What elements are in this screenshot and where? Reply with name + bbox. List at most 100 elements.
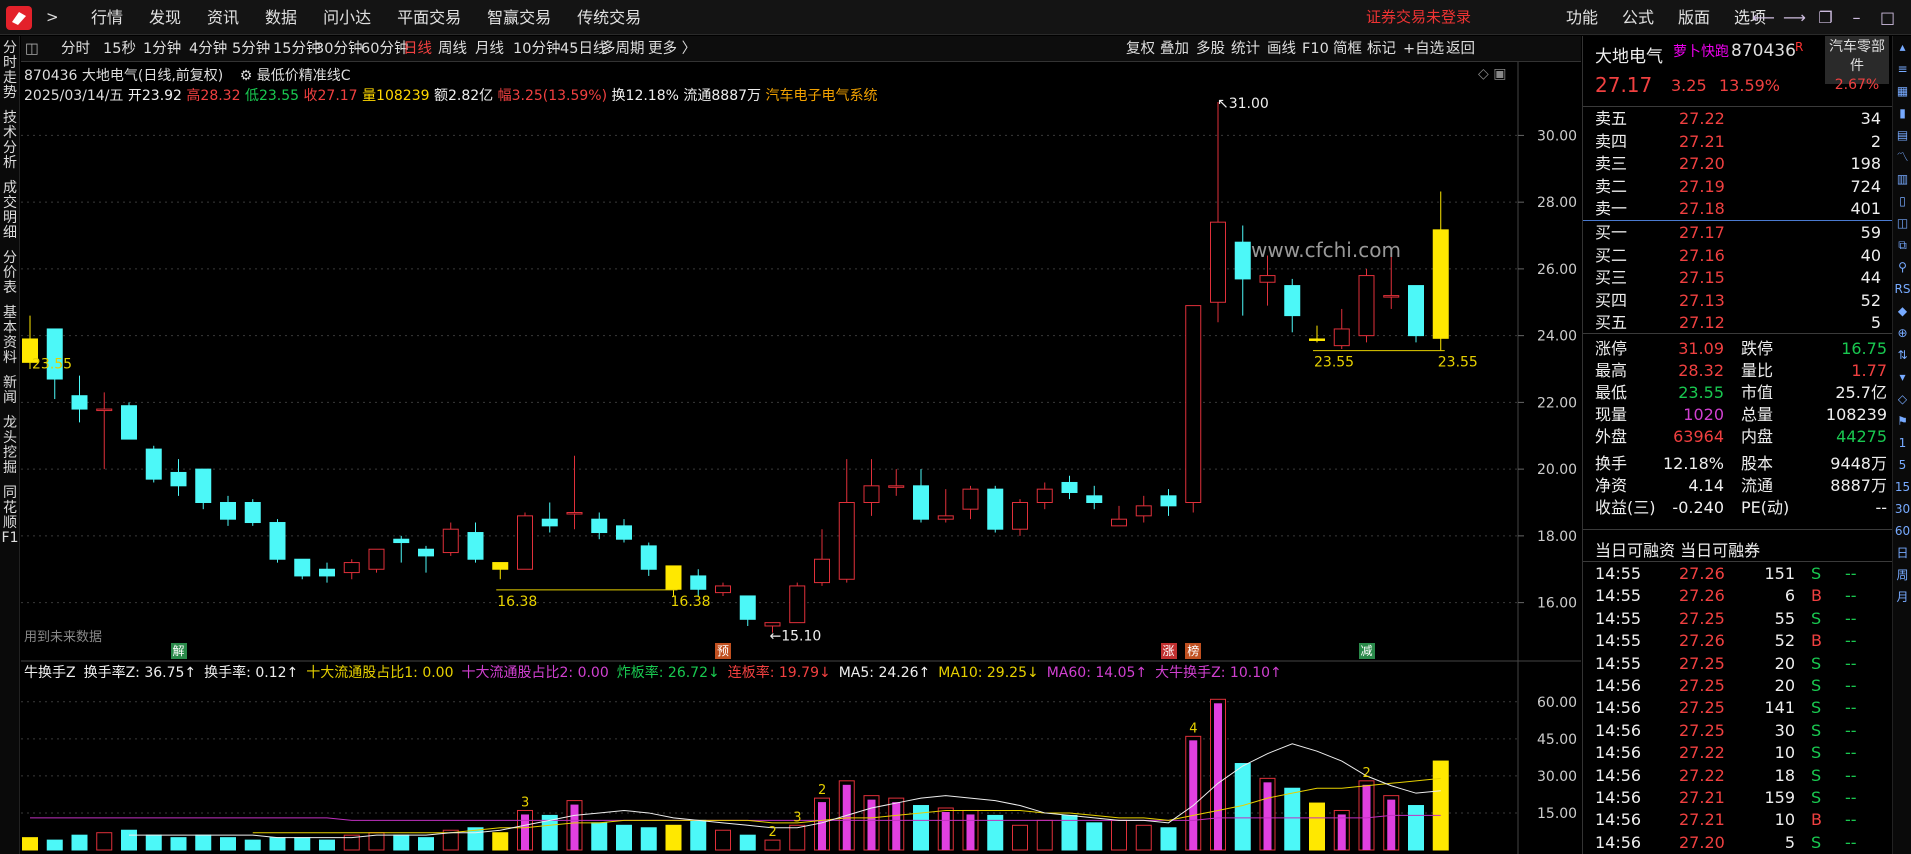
candle[interactable] <box>121 402 137 440</box>
candle[interactable] <box>71 375 88 423</box>
sidebar-item[interactable]: 龙头挖掘 <box>0 411 20 481</box>
period-tab[interactable]: 15秒 <box>103 36 136 62</box>
candle[interactable] <box>541 502 558 533</box>
candle[interactable] <box>863 459 880 516</box>
candle[interactable] <box>269 519 286 563</box>
menu-item[interactable]: 数据 <box>252 0 310 35</box>
volume-bar[interactable] <box>739 834 756 851</box>
candle[interactable] <box>1259 255 1276 306</box>
sidebar-item[interactable]: 基本资料 <box>0 301 20 371</box>
candle[interactable] <box>244 499 261 526</box>
volume-bar[interactable] <box>46 839 63 851</box>
tick-row[interactable]: 14:56 27.25 30 S -- <box>1593 720 1889 742</box>
candle[interactable] <box>838 459 855 583</box>
ask-row[interactable]: 卖一 27.18 401 <box>1593 198 1889 220</box>
volume-bar[interactable] <box>22 837 38 851</box>
tick-row[interactable]: 14:55 27.26 52 B -- <box>1593 630 1889 652</box>
sector-box[interactable]: 汽车零部件 2.67% <box>1825 36 1889 93</box>
filter-icon[interactable]: ⚑ <box>1893 410 1911 432</box>
tool-button[interactable]: 叠加 <box>1160 36 1189 62</box>
minimize-icon[interactable]: – <box>1841 0 1872 35</box>
volume-bar[interactable] <box>616 824 632 851</box>
candle[interactable] <box>987 485 1004 533</box>
sidebar-item[interactable]: 分时走势 <box>0 36 20 106</box>
bid-row[interactable]: 买二 27.16 40 <box>1593 245 1889 267</box>
candle[interactable] <box>1012 499 1028 536</box>
candle[interactable] <box>1284 278 1301 333</box>
volume-bar[interactable] <box>690 819 707 851</box>
tick-row[interactable]: 14:56 27.22 18 S -- <box>1593 765 1889 787</box>
volume-bar[interactable] <box>1309 802 1325 851</box>
candle[interactable] <box>937 489 954 523</box>
event-marker[interactable]: 涨 <box>1160 643 1177 659</box>
tool-button[interactable]: 标记 <box>1367 36 1396 62</box>
period-tab[interactable]: 10分钟 <box>513 36 560 62</box>
panel-toggle-icon[interactable]: ◫ <box>25 36 39 62</box>
layers-icon[interactable]: ⧉ <box>1893 234 1911 256</box>
volume-bar[interactable] <box>1408 805 1424 851</box>
period-tab[interactable]: 月线 <box>475 36 504 62</box>
expand-arrow-icon[interactable]: > <box>46 8 59 26</box>
tick-row[interactable]: 14:56 27.20 5 S -- <box>1593 832 1889 854</box>
ask-row[interactable]: 卖三 27.20 198 <box>1593 153 1889 175</box>
volume-bar[interactable] <box>1135 824 1152 851</box>
menu-item[interactable]: 发现 <box>136 0 194 35</box>
candle[interactable] <box>195 468 212 510</box>
candle[interactable] <box>1432 191 1449 351</box>
candle[interactable] <box>814 529 830 586</box>
maximize-icon[interactable]: □ <box>1872 0 1903 35</box>
tool-button[interactable]: 多股 <box>1196 36 1225 62</box>
menu-item[interactable]: 智赢交易 <box>474 0 564 35</box>
period-tab[interactable]: 1分钟 <box>143 36 181 62</box>
volume-bar[interactable] <box>121 829 137 851</box>
event-marker[interactable]: 解 <box>170 643 187 659</box>
candle[interactable] <box>1086 485 1103 510</box>
volume-bar[interactable] <box>294 837 311 851</box>
volume-bar[interactable] <box>220 837 236 851</box>
volume-bar[interactable] <box>665 824 682 851</box>
rs-icon[interactable]: RS <box>1893 278 1911 300</box>
right-menu-item[interactable]: 公式 <box>1610 0 1666 35</box>
candle[interactable] <box>789 582 806 624</box>
candle[interactable] <box>170 459 187 496</box>
candle[interactable] <box>1309 325 1325 343</box>
volume-bar[interactable] <box>1012 824 1028 851</box>
period-tab[interactable]: 5分钟 <box>232 36 270 62</box>
tool-button[interactable]: 复权 <box>1126 36 1155 62</box>
chart-icon[interactable]: ▦ <box>1893 80 1911 102</box>
candle[interactable] <box>492 562 509 580</box>
ask-row[interactable]: 卖四 27.21 2 <box>1593 131 1889 153</box>
volume-bar[interactable] <box>170 837 187 851</box>
candle[interactable] <box>393 535 410 563</box>
tool-button[interactable]: F10 <box>1302 36 1329 62</box>
tool-button[interactable]: 返回 <box>1446 36 1475 62</box>
restore-icon[interactable]: ❐ <box>1810 0 1841 35</box>
candle[interactable] <box>690 569 707 596</box>
period-5-icon[interactable]: 5 <box>1893 454 1911 476</box>
ask-row[interactable]: 卖二 27.19 724 <box>1593 176 1889 198</box>
event-marker[interactable]: 预 <box>715 643 731 659</box>
period-60-icon[interactable]: 60 <box>1893 520 1911 542</box>
volume-bar[interactable] <box>1111 819 1127 851</box>
volume-bar[interactable] <box>71 834 88 851</box>
table-icon[interactable]: ▥ <box>1893 168 1911 190</box>
bid-row[interactable]: 买一 27.17 59 <box>1593 222 1889 244</box>
back-arrow-icon[interactable]: ⟵ <box>1748 0 1779 35</box>
volume-bar[interactable] <box>1160 827 1177 851</box>
volume-bar[interactable] <box>96 832 113 851</box>
zoom-icon[interactable]: ⊕ <box>1893 322 1911 344</box>
window-icon[interactable]: ◫ <box>1893 212 1911 234</box>
link-icon[interactable]: ⚲ <box>1893 256 1911 278</box>
candle[interactable] <box>591 512 608 540</box>
volume-bar[interactable] <box>195 834 212 851</box>
list-icon[interactable]: ≡ <box>1893 58 1911 80</box>
candle[interactable] <box>1333 308 1350 349</box>
volume-bar[interactable] <box>269 837 286 851</box>
candle[interactable] <box>418 545 434 573</box>
candle[interactable] <box>616 519 632 543</box>
candle[interactable] <box>442 522 459 556</box>
period-tab[interactable]: 日线 <box>403 36 432 62</box>
candle-icon[interactable]: ▯ <box>1893 190 1911 212</box>
sidebar-item[interactable]: 新闻 <box>0 371 20 411</box>
tick-row[interactable]: 14:55 27.26 6 B -- <box>1593 585 1889 607</box>
